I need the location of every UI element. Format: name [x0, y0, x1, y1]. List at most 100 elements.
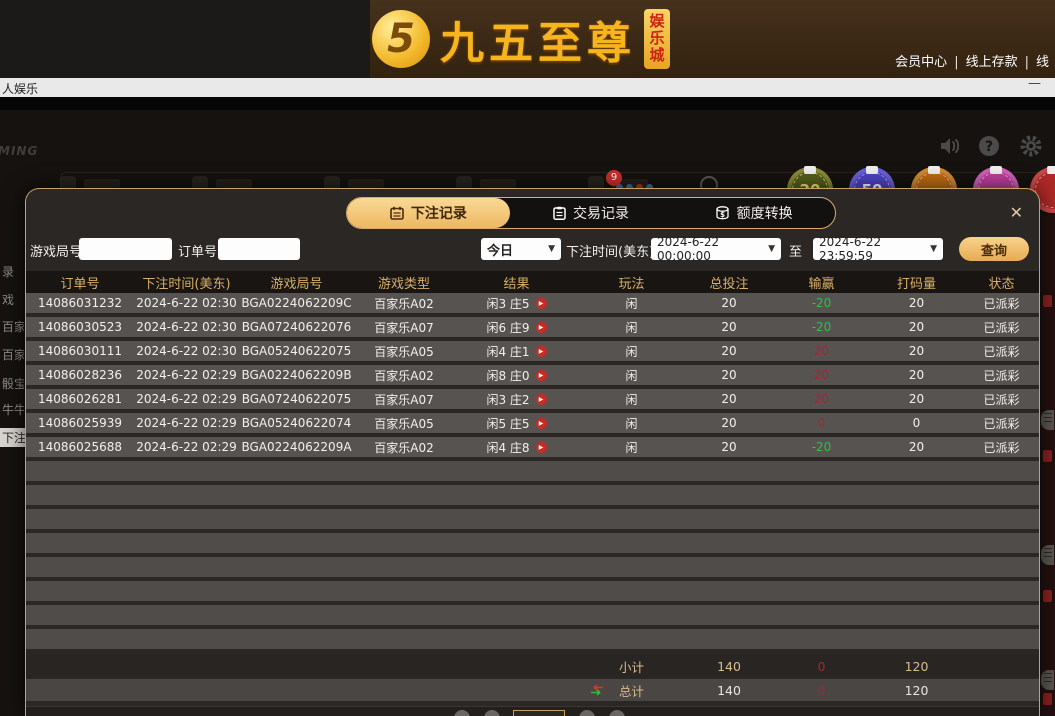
notification-badge: 9: [606, 170, 622, 186]
cell-round: BGA07240622076: [239, 317, 354, 337]
coins-icon: $: [715, 206, 730, 220]
cell-type: 百家乐A02: [354, 293, 454, 313]
cell-turnover: 20: [869, 293, 964, 313]
date-to-select[interactable]: 2024-6-22 23:59:59 ▼: [813, 238, 943, 260]
search-button[interactable]: 查询: [959, 237, 1029, 261]
empty-row: [26, 533, 1039, 553]
cell-bet: 20: [684, 317, 774, 337]
cell-result: 闲3 庄5▶: [454, 293, 579, 313]
chevron-down-icon: ▼: [930, 244, 937, 254]
cell-order: 14086031232: [26, 293, 134, 313]
site-header: 5 九五至尊 娱乐城 会员中心|线上存款|线: [0, 0, 1055, 78]
cell-winloss: -20: [774, 293, 869, 313]
cell-result: 闲8 庄0▶: [454, 365, 579, 385]
cell-winloss: 20: [774, 365, 869, 385]
play-icon[interactable]: ▶: [536, 418, 547, 429]
date-range-select[interactable]: 今日 ▼: [481, 238, 561, 260]
sidebar-fragment: 百家乐: [2, 346, 24, 363]
play-icon[interactable]: ▶: [536, 442, 547, 453]
sidebar-fragment: 戏: [2, 291, 24, 308]
close-icon[interactable]: ✕: [1010, 203, 1023, 222]
subtotal-bet: 140: [684, 655, 774, 677]
sidebar-fragment: 骰宝: [2, 375, 24, 392]
cell-order: 14086026281: [26, 389, 134, 409]
link-deposit[interactable]: 线上存款: [966, 55, 1018, 70]
svg-text:?: ?: [985, 139, 993, 155]
records-table: 订单号 下注时间(美东) 游戏局号 游戏类型 结果 玩法 总投注 输赢 打码量 …: [26, 271, 1039, 701]
play-icon[interactable]: ▶: [536, 322, 547, 333]
cell-status: 已派彩: [964, 317, 1039, 337]
bet-records-modal: 下注记录 交易记录 $ 额度转换 ✕ 游戏局号 订单号 今日 ▼ 下注时间(美东…: [25, 188, 1040, 716]
nav-separator: |: [1025, 55, 1029, 70]
swap-arrows-icon: [589, 684, 605, 696]
settings-gear-icon[interactable]: [1019, 134, 1043, 158]
table-row: 14086025688 2024-6-22 02:29 BGA022406220…: [26, 437, 1039, 457]
col-result: 结果: [454, 271, 579, 293]
cell-play: 闲: [579, 317, 684, 337]
date-from-select[interactable]: 2024-6-22 00:00:00 ▼: [651, 238, 781, 260]
clipboard-icon: [553, 206, 566, 220]
sidebar-fragment-active: 下注: [0, 428, 28, 447]
cell-winloss: -20: [774, 437, 869, 457]
link-member-center[interactable]: 会员中心: [895, 55, 947, 70]
play-icon[interactable]: ▶: [536, 370, 547, 381]
cell-time: 2024-6-22 02:30: [134, 341, 239, 361]
pagination-first-button[interactable]: [454, 710, 470, 716]
sidebar-fragment: 百家乐: [2, 318, 24, 335]
pagination-page-box[interactable]: [513, 710, 565, 716]
total-bet: 140: [684, 679, 774, 701]
cell-winloss: 0: [774, 413, 869, 433]
pagination-last-button[interactable]: [609, 710, 625, 716]
play-icon[interactable]: ▶: [536, 346, 547, 357]
cell-status: 已派彩: [964, 389, 1039, 409]
subtotal-label: 小计: [579, 655, 684, 677]
cell-round: BGA05240622074: [239, 413, 354, 433]
pagination-next-button[interactable]: [579, 710, 595, 716]
screen: 5 九五至尊 娱乐城 会员中心|线上存款|线 人娱乐 — MING ?: [0, 0, 1055, 716]
cell-round: BGA0224062209A: [239, 437, 354, 457]
cell-type: 百家乐A05: [354, 341, 454, 361]
table-row: 14086028236 2024-6-22 02:29 BGA022406220…: [26, 365, 1039, 385]
subtotal-winloss: 0: [774, 655, 869, 677]
header-dark-panel: [0, 0, 370, 78]
col-winloss: 输赢: [774, 271, 869, 293]
nav-separator: |: [954, 55, 958, 70]
col-round: 游戏局号: [239, 271, 354, 293]
empty-row: [26, 509, 1039, 529]
link-cut-off[interactable]: 线: [1036, 55, 1049, 70]
tab-transaction-records[interactable]: 交易记录: [510, 198, 673, 228]
gaming-brand-fragment: MING: [0, 144, 38, 158]
total-turnover: 120: [869, 679, 964, 701]
cell-round: BGA0224062209C: [239, 293, 354, 313]
order-no-label: 订单号: [178, 241, 217, 260]
cell-order: 14086028236: [26, 365, 134, 385]
pagination-prev-button[interactable]: [484, 710, 500, 716]
col-type: 游戏类型: [354, 271, 454, 293]
cell-bet: 20: [684, 389, 774, 409]
cell-status: 已派彩: [964, 341, 1039, 361]
cell-play: 闲: [579, 293, 684, 313]
date-from-value: 2024-6-22 00:00:00: [657, 235, 764, 263]
play-icon[interactable]: ▶: [536, 298, 547, 309]
order-no-input[interactable]: [218, 238, 300, 260]
play-icon[interactable]: ▶: [536, 394, 547, 405]
cell-type: 百家乐A02: [354, 437, 454, 457]
speaker-icon[interactable]: [937, 134, 961, 158]
col-status: 状态: [964, 271, 1039, 293]
cell-type: 百家乐A07: [354, 317, 454, 337]
date-range-value: 今日: [487, 240, 513, 259]
tab-quota-transfer[interactable]: $ 额度转换: [672, 198, 835, 228]
cell-type: 百家乐A07: [354, 389, 454, 409]
help-icon[interactable]: ?: [977, 134, 1001, 158]
game-round-input[interactable]: [79, 238, 172, 260]
cell-time: 2024-6-22 02:30: [134, 317, 239, 337]
cell-time: 2024-6-22 02:29: [134, 437, 239, 457]
to-label: 至: [789, 241, 802, 260]
minimize-button[interactable]: —: [1028, 76, 1041, 91]
cell-status: 已派彩: [964, 293, 1039, 313]
cell-turnover: 20: [869, 437, 964, 457]
empty-row: [26, 461, 1039, 481]
tab-bet-records[interactable]: 下注记录: [347, 198, 510, 228]
chevron-down-icon: ▼: [548, 244, 555, 254]
total-winloss: 0: [774, 679, 869, 701]
